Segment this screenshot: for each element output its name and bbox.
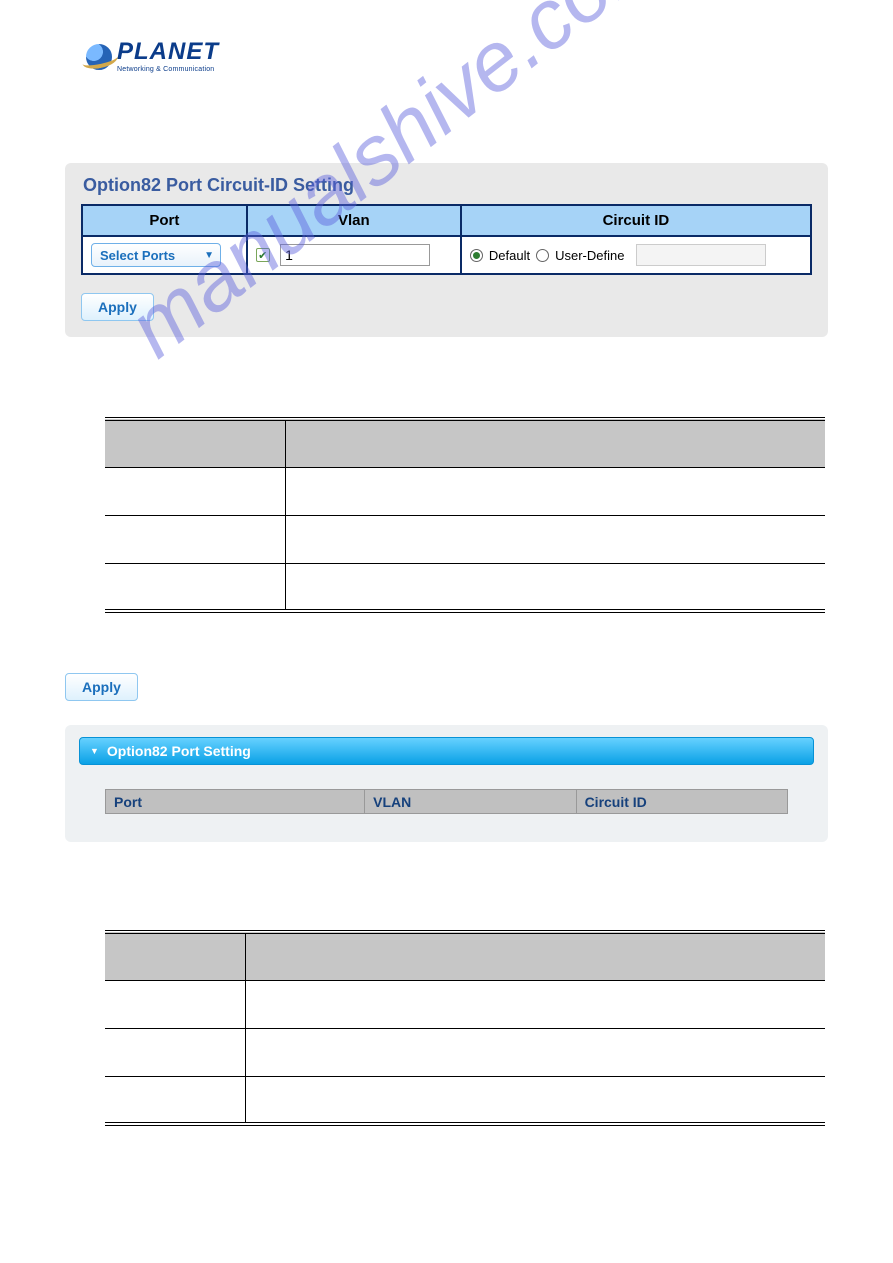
user-define-input[interactable] xyxy=(636,244,766,266)
brand-logo: PLANET Networking & Communication xyxy=(85,40,828,73)
desc1-r2-c1 xyxy=(105,515,285,563)
desc2-hdr-col2 xyxy=(245,932,825,980)
panel1-title: Option82 Port Circuit-ID Setting xyxy=(81,163,812,204)
chevron-down-icon: ▼ xyxy=(204,250,214,261)
caret-down-icon: ▼ xyxy=(90,746,99,756)
p2-col-circuit: Circuit ID xyxy=(576,790,787,814)
desc2-r2-c1 xyxy=(105,1028,245,1076)
description-table-2 xyxy=(105,930,825,1126)
vlan-checkbox[interactable]: ✔ xyxy=(256,248,270,262)
select-ports-dropdown[interactable]: Select Ports ▼ xyxy=(91,243,221,267)
desc1-r1-c2 xyxy=(285,467,825,515)
col-circuit-header: Circuit ID xyxy=(461,205,811,236)
col-vlan-header: Vlan xyxy=(247,205,461,236)
panel2-title: Option82 Port Setting xyxy=(107,743,251,759)
logo-brand-text: PLANET xyxy=(117,40,219,64)
select-ports-label: Select Ports xyxy=(100,248,175,263)
apply-button[interactable]: Apply xyxy=(81,293,154,321)
apply-button-standalone[interactable]: Apply xyxy=(65,673,138,701)
desc1-r3-c2 xyxy=(285,563,825,611)
desc2-r2-c2 xyxy=(245,1028,825,1076)
p2-col-port: Port xyxy=(106,790,365,814)
p2-col-vlan: VLAN xyxy=(365,790,576,814)
description-table-1 xyxy=(105,417,825,613)
desc1-r2-c2 xyxy=(285,515,825,563)
globe-icon xyxy=(85,43,113,71)
desc1-r3-c1 xyxy=(105,563,285,611)
desc2-r3-c2 xyxy=(245,1076,825,1124)
port-setting-table: Port VLAN Circuit ID xyxy=(105,789,788,814)
panel2-header-bar[interactable]: ▼ Option82 Port Setting xyxy=(79,737,814,765)
vlan-input[interactable] xyxy=(280,244,430,266)
desc2-r1-c2 xyxy=(245,980,825,1028)
desc2-r3-c1 xyxy=(105,1076,245,1124)
logo-tagline: Networking & Communication xyxy=(117,66,219,73)
desc1-r1-c1 xyxy=(105,467,285,515)
desc2-hdr-col1 xyxy=(105,932,245,980)
radio-default[interactable] xyxy=(470,249,483,262)
radio-default-label: Default xyxy=(489,248,530,263)
desc1-hdr-col2 xyxy=(285,419,825,467)
desc2-r1-c1 xyxy=(105,980,245,1028)
circuit-id-config-table: Port Vlan Circuit ID Select Ports ▼ ✔ xyxy=(81,204,812,275)
col-port-header: Port xyxy=(82,205,247,236)
option82-port-setting-panel: ▼ Option82 Port Setting Port VLAN Circui… xyxy=(65,725,828,842)
option82-circuit-id-panel: Option82 Port Circuit-ID Setting Port Vl… xyxy=(65,163,828,337)
radio-user-define-label: User-Define xyxy=(555,248,624,263)
radio-user-define[interactable] xyxy=(536,249,549,262)
desc1-hdr-col1 xyxy=(105,419,285,467)
